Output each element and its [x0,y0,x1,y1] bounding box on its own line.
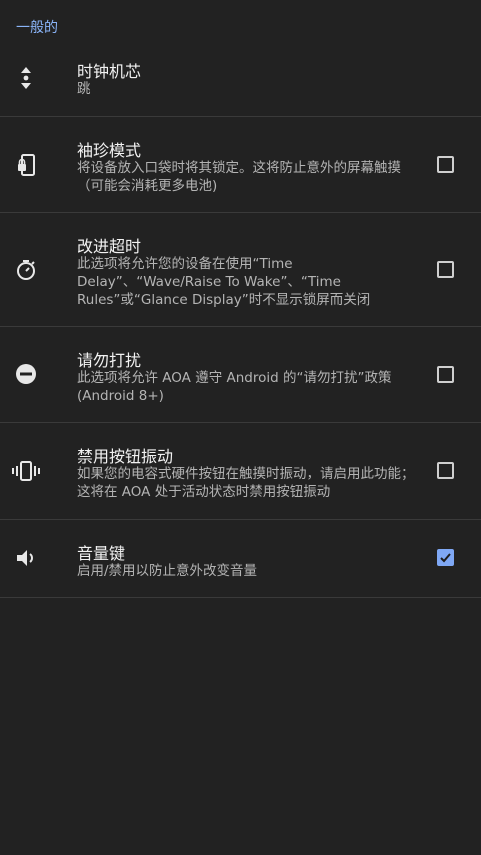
setting-title: 请勿打扰 [77,351,142,370]
setting-row-improved-timeout[interactable]: 改进超时 此选项将允许您的设备在使用“Time Delay”、“Wave/Rai… [0,213,481,327]
volume-icon [12,544,40,572]
setting-title: 时钟机芯 [77,62,142,81]
pocket-mode-checkbox[interactable] [437,156,454,173]
setting-row-do-not-disturb[interactable]: 请勿打扰 此选项将允许 AOA 遵守 Android 的“请勿打扰”政策 (An… [0,327,481,423]
vibration-icon [12,457,40,485]
phone-lock-icon [12,151,40,179]
setting-title: 音量键 [77,544,126,563]
setting-title: 禁用按钮振动 [77,447,174,466]
setting-summary: 将设备放入口袋时将其锁定。这将防止意外的屏幕触摸（可能会消耗更多电池) [77,160,401,194]
improved-timeout-checkbox[interactable] [437,261,454,278]
settings-screen: 一般的 时钟机芯 跳 袖珍模式 将设备放入口袋时将其锁定。这将防止意外的屏幕触摸… [0,0,481,855]
setting-row-volume-keys[interactable]: 音量键 启用/禁用以防止意外改变音量 [0,520,481,598]
setting-summary: 跳 [77,81,91,97]
do-not-disturb-icon [12,360,40,388]
setting-row-disable-button-vibration[interactable]: 禁用按钮振动 如果您的电容式硬件按钮在触摸时振动，请启用此功能；这将在 AOA … [0,423,481,520]
setting-row-clock-movement[interactable]: 时钟机芯 跳 [0,44,481,117]
setting-summary: 启用/禁用以防止意外改变音量 [77,563,258,579]
setting-summary: 如果您的电容式硬件按钮在触摸时振动，请启用此功能；这将在 AOA 处于活动状态时… [77,466,415,500]
disable-button-vibration-checkbox[interactable] [437,462,454,479]
setting-row-pocket-mode[interactable]: 袖珍模式 将设备放入口袋时将其锁定。这将防止意外的屏幕触摸（可能会消耗更多电池) [0,117,481,213]
section-header: 一般的 [16,20,58,36]
setting-title: 改进超时 [77,237,142,256]
volume-keys-checkbox[interactable] [437,549,454,566]
up-down-arrows-icon [12,64,40,92]
setting-title: 袖珍模式 [77,141,142,160]
setting-summary: 此选项将允许 AOA 遵守 Android 的“请勿打扰”政策 (Android… [77,370,392,404]
do-not-disturb-checkbox[interactable] [437,366,454,383]
setting-summary: 此选项将允许您的设备在使用“Time Delay”、“Wave/Raise To… [77,256,371,308]
timer-icon [12,256,40,284]
